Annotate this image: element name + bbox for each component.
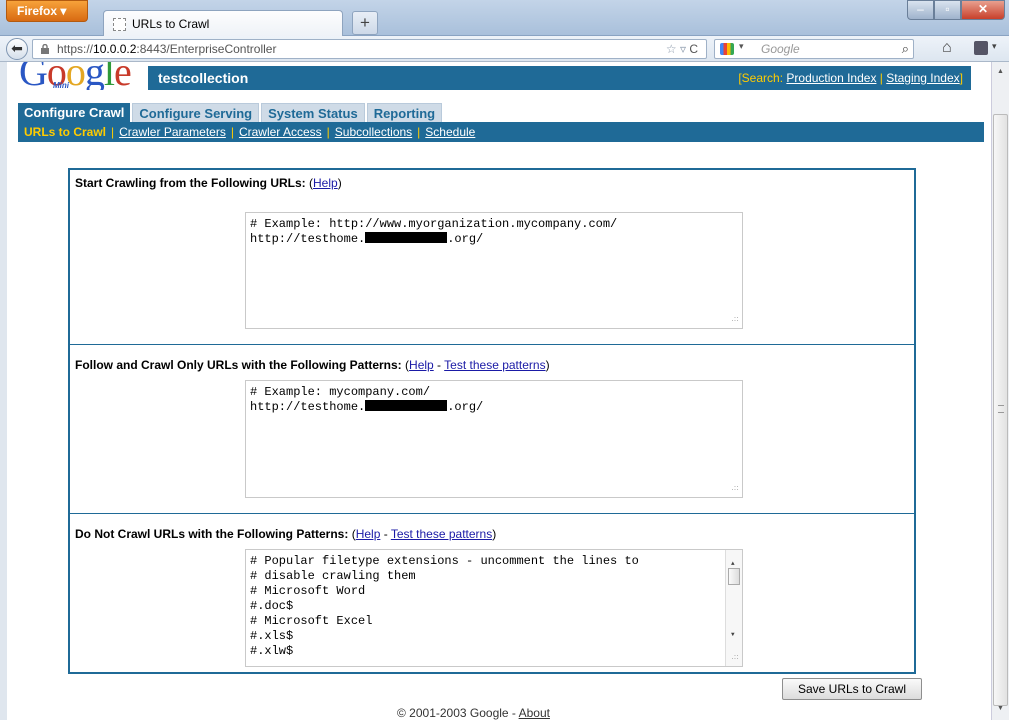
donot-patterns-heading: Do Not Crawl URLs with the Following Pat… — [75, 527, 497, 541]
home-icon[interactable]: ⌂ — [942, 39, 952, 57]
back-arrow-icon[interactable]: ⬅ — [6, 38, 28, 60]
magnifier-icon[interactable]: ⌕ — [902, 41, 909, 57]
scroll-down-icon[interactable]: ▼ — [997, 705, 1004, 712]
about-link[interactable]: About — [519, 706, 550, 720]
window-controls: – ▫ ✕ — [907, 0, 1005, 20]
collection-name: testcollection — [158, 70, 249, 86]
subnav-schedule[interactable]: Schedule — [425, 125, 475, 139]
sub-navigation: URLs to Crawl | Crawler Parameters | Crawler… — [18, 122, 984, 142]
save-urls-button[interactable]: Save URLs to Crawl — [782, 678, 922, 700]
test-patterns-link[interactable]: Test these patterns — [444, 358, 545, 372]
help-link[interactable]: Help — [409, 358, 434, 372]
tab-reporting[interactable]: Reporting — [366, 103, 443, 122]
tab-urls-to-crawl[interactable]: URLs to Crawl — [103, 10, 343, 37]
resize-grip-icon[interactable]: .:: — [731, 480, 739, 495]
collection-header-bar: testcollection [Search: Production Index… — [148, 66, 971, 90]
firefox-menu-button[interactable]: Firefox ▾ — [6, 0, 88, 22]
section-divider — [70, 513, 914, 514]
navigation-toolbar: ⬅ https://10.0.0.2:8443/EnterpriseContro… — [0, 36, 1009, 62]
page-icon — [113, 18, 126, 31]
scroll-up-icon[interactable]: ▲ — [997, 68, 1004, 75]
redacted-block — [365, 400, 448, 411]
scroll-down-icon[interactable]: ▼ — [731, 627, 735, 642]
google-engine-icon[interactable] — [720, 43, 734, 55]
subnav-crawler-access[interactable]: Crawler Access — [239, 125, 322, 139]
minimize-icon[interactable]: – — [907, 0, 934, 20]
google-logo: Google — [19, 62, 131, 90]
help-link[interactable]: Help — [356, 527, 381, 541]
subnav-subcollections[interactable]: Subcollections — [335, 125, 412, 139]
search-placeholder: Google — [761, 42, 800, 56]
resize-grip-icon[interactable]: .:: — [731, 649, 739, 664]
maximize-icon[interactable]: ▫ — [934, 0, 961, 20]
tab-title: URLs to Crawl — [132, 17, 210, 31]
url-path: :8443/EnterpriseController — [136, 42, 277, 56]
lock-icon — [41, 44, 49, 54]
redacted-block — [365, 232, 448, 243]
start-urls-textarea[interactable]: # Example: http://www.myorganization.myc… — [245, 212, 743, 329]
page-viewport: Google Mini testcollection [Search: Prod… — [7, 62, 991, 720]
close-icon[interactable]: ✕ — [961, 0, 1005, 20]
subnav-urls-to-crawl: URLs to Crawl — [24, 125, 107, 139]
start-urls-heading: Start Crawling from the Following URLs: … — [75, 176, 342, 190]
grip-icon — [998, 405, 1004, 413]
section-divider — [70, 344, 914, 345]
bookmarks-icon[interactable] — [974, 41, 988, 55]
url-host: 10.0.0.2 — [93, 42, 137, 56]
address-bar[interactable]: https://10.0.0.2:8443/EnterpriseControll… — [32, 39, 707, 59]
staging-index-link[interactable]: Staging Index — [886, 71, 959, 85]
crawl-urls-form: Start Crawling from the Following URLs: … — [68, 168, 916, 674]
tab-configure-crawl[interactable]: Configure Crawl — [18, 103, 131, 122]
tab-configure-serving[interactable]: Configure Serving — [132, 103, 260, 122]
help-link[interactable]: Help — [313, 176, 338, 190]
tab-system-status[interactable]: System Status — [261, 103, 365, 122]
search-input[interactable]: ▾ Google ⌕ — [714, 39, 914, 59]
subnav-crawler-parameters[interactable]: Crawler Parameters — [119, 125, 226, 139]
footer: © 2001-2003 Google - About — [397, 706, 550, 720]
production-index-link[interactable]: Production Index — [786, 71, 876, 85]
donot-patterns-textarea[interactable]: # Popular filetype extensions - uncommen… — [245, 549, 743, 667]
logo-mini-label: Mini — [53, 81, 69, 90]
page-scrollbar[interactable]: ▲ ▼ — [991, 62, 1009, 720]
chevron-down-icon[interactable]: ▾ — [992, 41, 997, 52]
resize-grip-icon[interactable]: .:: — [731, 311, 739, 326]
url-prefix: https:// — [57, 42, 94, 56]
follow-patterns-textarea[interactable]: # Example: mycompany.com/ http://testhom… — [245, 380, 743, 498]
window-titlebar: Firefox ▾ URLs to Crawl + – ▫ ✕ — [0, 0, 1009, 37]
scroll-thumb[interactable] — [993, 114, 1008, 706]
star-reload-icons[interactable]: ☆ ▿ C — [666, 42, 698, 56]
main-tabs: Configure Crawl Configure Serving System… — [18, 103, 444, 122]
scroll-thumb[interactable] — [728, 568, 740, 585]
search-index-links: [Search: Production Index | Staging Inde… — [738, 71, 963, 85]
test-patterns-link[interactable]: Test these patterns — [391, 527, 492, 541]
new-tab-button[interactable]: + — [352, 11, 378, 35]
chevron-down-icon[interactable]: ▾ — [739, 41, 744, 52]
follow-patterns-heading: Follow and Crawl Only URLs with the Foll… — [75, 358, 550, 372]
